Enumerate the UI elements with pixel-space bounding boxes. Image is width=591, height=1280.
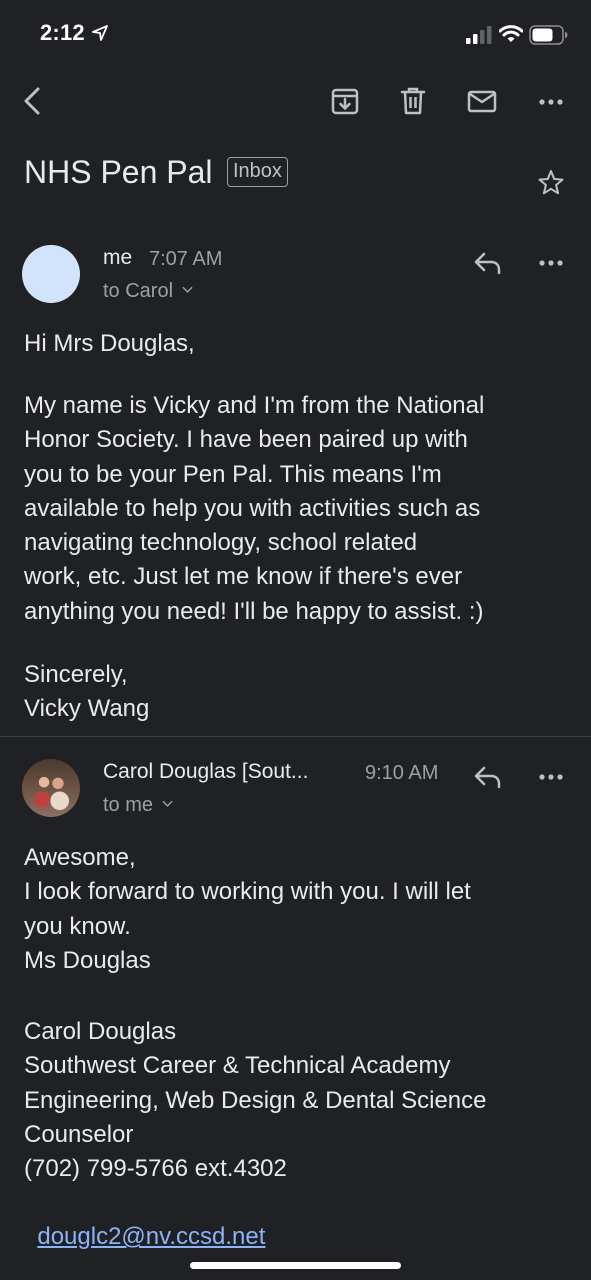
sender-name: me	[103, 246, 133, 269]
recipient-details-toggle[interactable]: to Carol	[103, 280, 193, 303]
message-more-icon[interactable]	[536, 248, 566, 278]
message-more-icon[interactable]	[536, 762, 566, 792]
location-arrow-icon	[92, 25, 108, 41]
message-time: 9:10 AM	[365, 762, 439, 784]
email-signature: Carol Douglas Southwest Career & Technic…	[24, 1018, 487, 1183]
star-icon[interactable]	[536, 168, 566, 198]
email-subject: NHS Pen Pal	[24, 154, 213, 190]
sender-avatar[interactable]	[22, 245, 80, 303]
message-paragraph: My name is Vicky and I'm from the Nation…	[24, 392, 485, 625]
cellular-signal-icon	[466, 26, 492, 44]
back-arrow-icon[interactable]	[18, 86, 48, 116]
mark-unread-icon[interactable]	[467, 86, 497, 116]
message-signoff: Sincerely, Vicky Wang	[24, 661, 150, 723]
sender-name: Carol Douglas [Sout...	[103, 760, 309, 783]
reply-icon[interactable]	[473, 762, 503, 792]
battery-icon	[529, 25, 569, 45]
message-time: 7:07 AM	[149, 248, 223, 270]
recipient-details-toggle[interactable]: to me	[103, 794, 173, 817]
chevron-down-icon	[161, 800, 173, 807]
recipient-text: to Carol	[103, 280, 174, 302]
status-time: 2:12	[40, 20, 85, 45]
message-divider	[0, 736, 591, 737]
email-link[interactable]: douglc2@nv.ccsd.net	[37, 1223, 265, 1250]
chevron-down-icon	[181, 286, 193, 293]
delete-icon[interactable]	[398, 86, 428, 116]
recipient-text: to me	[103, 794, 154, 816]
message-body: Awesome, I look forward to working with …	[24, 844, 471, 974]
reply-icon[interactable]	[473, 248, 503, 278]
inbox-label-chip[interactable]: Inbox	[227, 157, 288, 187]
more-options-icon[interactable]	[536, 86, 566, 116]
home-indicator[interactable]	[190, 1262, 401, 1269]
wifi-icon	[498, 24, 524, 44]
sender-avatar-photo[interactable]	[22, 759, 80, 817]
archive-icon[interactable]	[330, 86, 360, 116]
message-greeting: Hi Mrs Douglas,	[24, 330, 195, 357]
